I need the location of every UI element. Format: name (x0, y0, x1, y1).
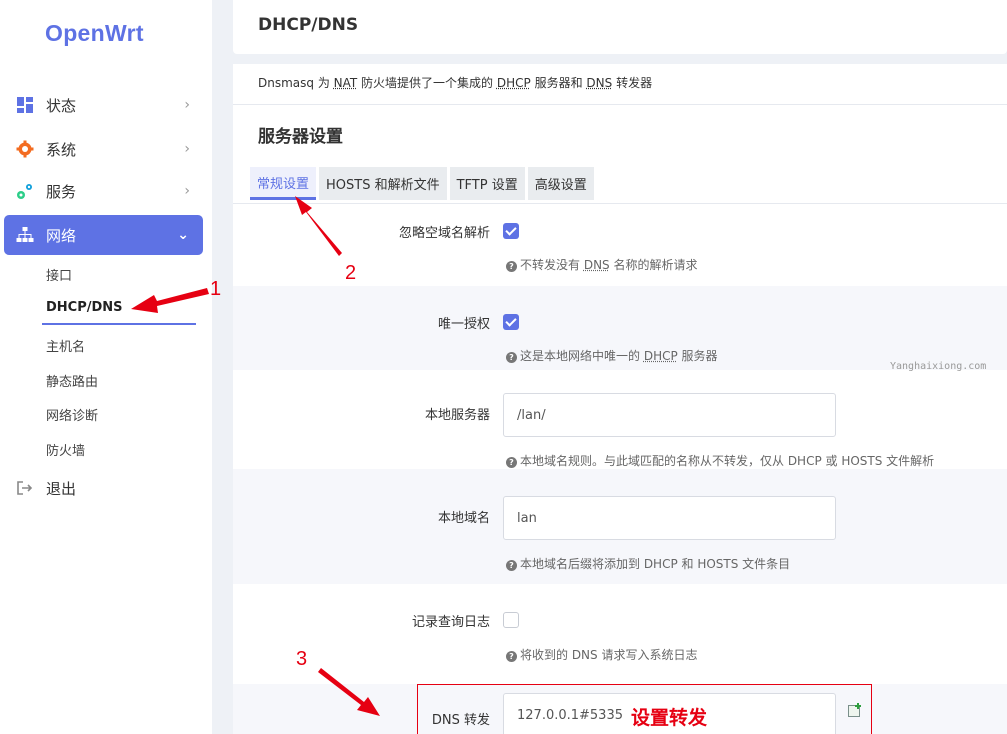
nat-abbr: NAT (333, 76, 358, 90)
menu-item-network[interactable]: 网络 ⌄ (4, 215, 203, 255)
dhcp-abbr: DHCP (496, 76, 531, 90)
annotation-forward-note: 设置转发 (631, 707, 708, 729)
add-entry-icon[interactable] (848, 703, 862, 717)
help-icon: ? (506, 261, 517, 272)
page-header: DHCP/DNS (233, 0, 1007, 54)
chevron-down-icon: ⌄ (177, 227, 189, 243)
watermark: Yanghaixiong.com (890, 361, 987, 372)
menu-item-logout[interactable]: 退出 (0, 468, 212, 508)
annotation-number-1: 1 (210, 278, 222, 300)
menu-label-status: 状态 (46, 96, 77, 115)
field-row-local-domain: 本地域名 lan ? 本地域名后缀将添加到 DHCP 和 HOSTS 文件条目 (233, 469, 1007, 584)
help-icon: ? (506, 352, 517, 363)
menu-item-status[interactable]: 状态 › (0, 85, 212, 125)
help-icon: ? (506, 457, 517, 468)
field-hint: ? 将收到的 DNS 请求写入系统日志 (506, 646, 697, 663)
annotation-number-2: 2 (345, 262, 357, 284)
field-label: 本地服务器 (424, 408, 490, 423)
menu-item-system[interactable]: 系统 › (0, 129, 212, 169)
menu-label-network: 网络 (46, 226, 77, 245)
chevron-right-icon: › (184, 141, 190, 157)
logout-icon (17, 481, 33, 495)
field-hint: ? 本地域名后缀将添加到 DHCP 和 HOSTS 文件条目 (506, 555, 790, 572)
local-domain-input[interactable]: lan (503, 496, 836, 540)
help-icon: ? (506, 560, 517, 571)
field-label: 本地域名 (437, 511, 490, 526)
main-content: Dnsmasq 为 NAT 防火墙提供了一个集成的 DHCP 服务器和 DNS … (233, 64, 1007, 734)
submenu-item-static-routes[interactable]: 静态路由 (46, 371, 98, 390)
sidebar: OpenWrt 状态 › 系统 › 服务 › 网络 ⌄ 接口 DHCP/DNS … (0, 0, 212, 734)
settings-tabs: 常规设置 HOSTS 和解析文件 TFTP 设置 高级设置 (250, 167, 597, 202)
ignore-empty-domain-checkbox[interactable] (503, 223, 519, 239)
page-description: Dnsmasq 为 NAT 防火墙提供了一个集成的 DHCP 服务器和 DNS … (258, 76, 653, 90)
authoritative-checkbox[interactable] (503, 314, 519, 330)
chevron-right-icon: › (184, 97, 190, 113)
annotation-number-3: 3 (296, 648, 308, 670)
tab-general[interactable]: 常规设置 (250, 167, 317, 200)
menu-item-services[interactable]: 服务 › (0, 171, 212, 211)
divider (233, 104, 1007, 105)
dashboard-icon (17, 97, 33, 113)
submenu-item-hostnames[interactable]: 主机名 (46, 336, 85, 355)
submenu-item-diagnostics[interactable]: 网络诊断 (46, 405, 98, 424)
network-icon (16, 227, 34, 242)
field-hint: ? 本地域名规则。与此域匹配的名称从不转发，仅从 DHCP 或 HOSTS 文件解… (506, 452, 934, 469)
menu-label-logout: 退出 (46, 479, 77, 498)
openwrt-logo[interactable]: OpenWrt (45, 20, 144, 47)
services-icon (17, 184, 32, 199)
tab-tftp[interactable]: TFTP 设置 (449, 167, 525, 200)
menu-label-system: 系统 (46, 140, 77, 159)
log-queries-checkbox[interactable] (503, 612, 519, 628)
field-label: 记录查询日志 (411, 615, 490, 630)
submenu-item-firewall[interactable]: 防火墙 (46, 440, 85, 459)
tab-hosts-resolv[interactable]: HOSTS 和解析文件 (319, 167, 447, 200)
field-row-log-queries: 记录查询日志 ? 将收到的 DNS 请求写入系统日志 (233, 584, 1007, 684)
dns-abbr: DNS (586, 76, 613, 90)
field-label: 唯一授权 (437, 317, 490, 332)
section-title: 服务器设置 (258, 127, 343, 147)
page-title: DHCP/DNS (258, 15, 359, 35)
submenu-active-indicator (42, 323, 196, 325)
chevron-right-icon: › (184, 183, 190, 199)
field-row-authoritative: 唯一授权 ? 这是本地网络中唯一的 DHCP 服务器 (233, 286, 1007, 370)
tab-advanced[interactable]: 高级设置 (527, 167, 594, 200)
field-hint: ? 不转发没有 DNS 名称的解析请求 (506, 256, 698, 273)
local-server-input[interactable]: /lan/ (503, 393, 836, 437)
menu-label-services: 服务 (46, 182, 77, 201)
submenu-item-dhcp-dns[interactable]: DHCP/DNS (46, 300, 123, 315)
field-row-local-server: 本地服务器 /lan/ ? 本地域名规则。与此域匹配的名称从不转发，仅从 DHCP… (233, 370, 1007, 469)
gear-icon (16, 140, 34, 158)
field-label: 忽略空域名解析 (398, 226, 490, 241)
submenu-item-interfaces[interactable]: 接口 (46, 265, 72, 284)
help-icon: ? (506, 651, 517, 662)
field-hint: ? 这是本地网络中唯一的 DHCP 服务器 (506, 347, 718, 364)
